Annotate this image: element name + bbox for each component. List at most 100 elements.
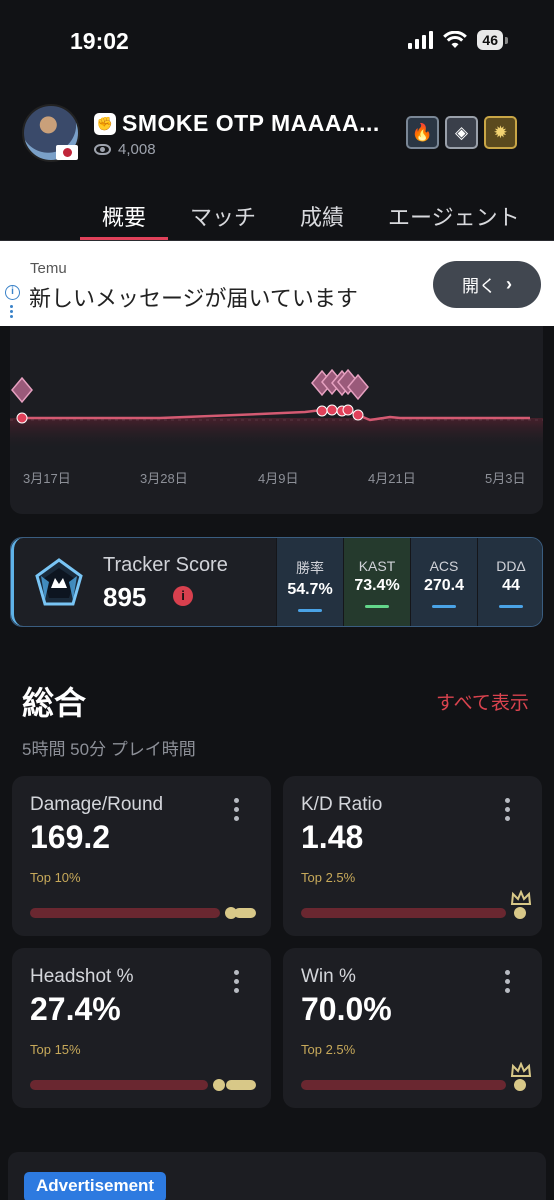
ad-options-icon[interactable] (10, 305, 13, 318)
status-time: 19:02 (70, 28, 129, 54)
ad-banner[interactable]: i Temu 新しいメッセージが届いています 開く › (0, 241, 554, 326)
stat-card-rank: Top 15% (30, 1042, 81, 1057)
stat-label: 勝率 (296, 560, 324, 576)
stat-label: ACS (429, 558, 459, 574)
stat-indicator (365, 605, 389, 608)
percentile-bar (30, 1080, 208, 1090)
stat-indicator (499, 605, 523, 608)
stat-value: 73.4% (354, 577, 400, 594)
stat-card-name: Damage/Round (30, 794, 164, 815)
percentile-bar (30, 908, 220, 918)
chart-point[interactable] (342, 404, 354, 416)
overview-title: 総合 (22, 685, 87, 721)
percentile-segment (234, 908, 256, 918)
rank-icon (11, 376, 33, 404)
info-icon[interactable]: i (173, 586, 193, 606)
view-count: 4,008 (118, 141, 156, 158)
ad-open-button[interactable]: 開く › (433, 261, 541, 308)
chart-point[interactable] (16, 412, 28, 424)
tracker-score-value: 895 (103, 582, 147, 612)
stat-dd-delta: DDΔ 44 (477, 538, 542, 626)
chart-area-fill (10, 418, 543, 450)
rank-history-chart[interactable]: 3月17日 3月28日 4月9日 4月21日 5月3日 (10, 300, 543, 514)
chart-point[interactable] (316, 405, 328, 417)
badge-list: 🔥 ◈ ✹ (406, 116, 517, 149)
tab-stats[interactable]: 成績 (278, 196, 366, 240)
stat-value: 44 (502, 577, 520, 594)
views-row: 4,008 (94, 141, 156, 158)
stat-card-value: 27.4% (30, 991, 121, 1027)
chevron-right-icon: › (506, 274, 512, 294)
crown-icon (510, 1062, 532, 1077)
ad-open-label: 開く (462, 277, 496, 296)
x-tick-label: 4月9日 (258, 471, 299, 486)
tracker-stats: 勝率 54.7% KAST 73.4% ACS 270.4 DDΔ 44 (276, 538, 542, 626)
tab-matches[interactable]: マッチ (168, 196, 278, 240)
show-all-link[interactable]: すべて表示 (436, 688, 529, 715)
tab-agents[interactable]: エージェント (366, 196, 542, 240)
percentile-bar (301, 1080, 506, 1090)
ad-info-icon[interactable]: i (5, 285, 20, 300)
chart-points (11, 368, 369, 424)
stat-card-win-percent[interactable]: Win % 70.0% Top 2.5% (283, 948, 542, 1108)
stat-card-rank: Top 2.5% (301, 1042, 356, 1057)
tab-bar: 概要 マッチ 成績 エージェント (80, 196, 542, 240)
battery-icon: 46 (477, 30, 508, 50)
percentile-bar (301, 908, 506, 918)
x-tick-label: 4月21日 (368, 471, 416, 486)
x-tick-label: 3月17日 (23, 471, 71, 486)
ad-message: 新しいメッセージが届いています (29, 286, 358, 311)
tracker-score-card[interactable]: Tracker Score 895 i 勝率 54.7% KAST 73.4% … (10, 537, 543, 627)
percentile-marker (514, 1079, 526, 1091)
stat-indicator (432, 605, 456, 608)
eye-icon (94, 144, 111, 155)
tracker-emblem-icon (35, 558, 83, 606)
flame-badge-icon[interactable]: 🔥 (406, 116, 439, 149)
tracker-score-label: Tracker Score (103, 554, 228, 576)
crystal-badge-icon[interactable]: ◈ (445, 116, 478, 149)
stat-label: DDΔ (496, 558, 526, 574)
stat-card-value: 1.48 (301, 819, 364, 855)
stat-card-kd-ratio[interactable]: K/D Ratio 1.48 Top 2.5% (283, 776, 542, 936)
bomb-badge-icon[interactable]: ✹ (484, 116, 517, 149)
x-tick-label: 5月3日 (485, 471, 526, 486)
chart-point[interactable] (352, 409, 364, 421)
battery-level: 46 (477, 30, 503, 50)
more-options-icon[interactable] (505, 798, 510, 821)
percentile-segment (226, 1080, 256, 1090)
username-row: ✊ SMOKE OTP MAAAA... (94, 110, 380, 137)
stat-card-value: 70.0% (301, 991, 392, 1027)
stat-win-rate: 勝率 54.7% (276, 538, 343, 626)
stat-card-rank: Top 10% (30, 870, 81, 885)
stat-card-name: Headshot % (30, 966, 134, 987)
stat-card-headshot[interactable]: Headshot % 27.4% Top 15% (12, 948, 271, 1108)
more-options-icon[interactable] (234, 798, 239, 821)
status-indicators: 46 (408, 30, 508, 50)
signal-icon (408, 31, 434, 49)
advertisement-label: Advertisement (24, 1172, 167, 1200)
stat-indicator (298, 609, 322, 612)
riot-fist-icon: ✊ (94, 112, 116, 135)
username: SMOKE OTP MAAAA... (122, 110, 380, 136)
stat-value: 270.4 (423, 577, 465, 594)
percentile-marker (514, 907, 526, 919)
stat-label: KAST (358, 558, 396, 574)
stat-card-damage-round[interactable]: Damage/Round 169.2 Top 10% (12, 776, 271, 936)
stat-value: 54.7% (287, 581, 333, 598)
percentile-marker (213, 1079, 225, 1091)
stat-card-value: 169.2 (30, 819, 111, 855)
stat-card-name: K/D Ratio (301, 794, 383, 815)
stat-card-rank: Top 2.5% (301, 870, 356, 885)
x-tick-label: 3月28日 (140, 471, 188, 486)
ad-source: Temu (30, 260, 67, 277)
stat-kast: KAST 73.4% (343, 538, 410, 626)
tab-overview[interactable]: 概要 (80, 196, 169, 240)
more-options-icon[interactable] (505, 970, 510, 993)
crown-icon (510, 890, 532, 905)
japan-flag-icon (56, 145, 78, 160)
more-options-icon[interactable] (234, 970, 239, 993)
playtime: 5時間 50分 プレイ時間 (22, 740, 196, 759)
wifi-icon (443, 31, 468, 48)
chart-point[interactable] (326, 404, 338, 416)
stat-card-name: Win % (301, 966, 356, 987)
